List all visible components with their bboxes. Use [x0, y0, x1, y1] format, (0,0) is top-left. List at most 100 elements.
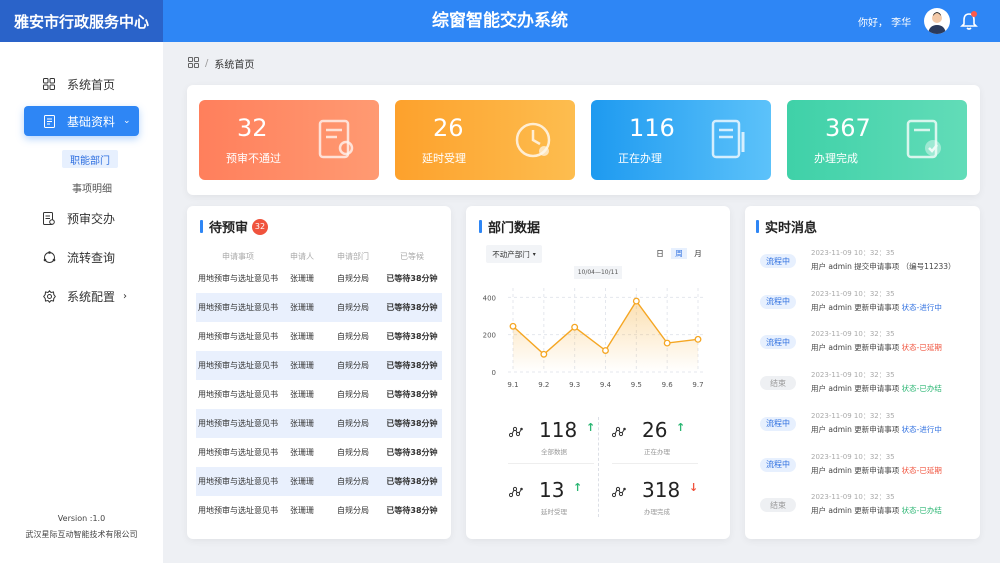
- message-text: 用户 admin 提交申请事项 （编号11233）: [811, 261, 956, 272]
- stat-label: 办理完成: [814, 152, 858, 165]
- nav-settings[interactable]: 系统配置 ›: [24, 281, 139, 311]
- stat-value: 26: [433, 114, 464, 142]
- kpi-label: 全部数据: [541, 448, 567, 456]
- message-status: 状态-进行中: [901, 424, 942, 434]
- nav-flow-query[interactable]: 流转查询: [24, 242, 139, 272]
- message-tag: 流程中: [760, 294, 796, 309]
- trend-nodes-icon: [508, 426, 523, 438]
- message-item[interactable]: 流程中 2023-11-09 10：32：35 用户 admin 更新申请事项 状态…: [760, 452, 970, 488]
- data-point: [632, 297, 640, 305]
- company-text: 武汉星际互动智能技术有限公司: [25, 530, 138, 539]
- table-cell: 已等待38分钟: [386, 506, 438, 515]
- message-body: 用户 admin 更新申请事项: [811, 506, 900, 516]
- message-time: 2023-11-09 10：32：35: [811, 249, 895, 257]
- nav-basic-data[interactable]: 基础资料 ⌄: [24, 106, 139, 136]
- table-row[interactable]: 用地预审与选址意见书 张珊珊 自规分局 已等待38分钟: [196, 380, 442, 409]
- nav-home[interactable]: 系统首页: [24, 69, 139, 99]
- table-cell: 用地预审与选址意见书: [198, 361, 278, 370]
- period-tabs: 日 周 月: [653, 248, 705, 259]
- document-icon: [42, 114, 56, 128]
- date-range-tooltip: 10/04—10/11: [574, 266, 622, 279]
- kpi-item: 118 ↑ 全部数据: [508, 418, 619, 468]
- tab-day[interactable]: 日: [653, 248, 667, 259]
- table-cell: 用地预审与选址意见书: [198, 274, 278, 283]
- subnav-item-details[interactable]: 事项明细: [72, 180, 112, 195]
- table-cell: 自规分局: [337, 332, 369, 341]
- message-item[interactable]: 流程中 2023-11-09 10：32：35 用户 admin 更新申请事项 状态…: [760, 289, 970, 325]
- stat-card-completed[interactable]: 367 办理完成: [787, 100, 967, 180]
- table-cell: 自规分局: [337, 419, 369, 428]
- messages-title-text: 实时消息: [765, 221, 818, 236]
- kpi-value: 118: [539, 418, 578, 442]
- table-row[interactable]: 用地预审与选址意见书 张珊珊 自规分局 已等待38分钟: [196, 264, 442, 293]
- pending-count-badge: 32: [252, 218, 269, 235]
- kpi-item: 318 ↓ 办理完成: [611, 478, 722, 528]
- breadcrumb-current: 系统首页: [214, 60, 255, 71]
- message-item[interactable]: 流程中 2023-11-09 10：32：35 用户 admin 提交申请事项 （编…: [760, 248, 970, 284]
- stat-card-processing[interactable]: 116 正在办理: [591, 100, 771, 180]
- arrow-up-icon: ↑: [586, 421, 596, 434]
- x-tick-label: 9.2: [538, 381, 549, 389]
- nav-home-label: 系统首页: [67, 77, 116, 92]
- clock-icon: [513, 118, 553, 162]
- subnav-departments[interactable]: 职能部门: [62, 150, 118, 168]
- table-row[interactable]: 用地预审与选址意见书 张珊珊 自规分局 已等待38分钟: [196, 293, 442, 322]
- message-text: 用户 admin 更新申请事项 状态-已延期: [811, 465, 942, 476]
- table-cell: 用地预审与选址意见书: [198, 477, 278, 486]
- data-point: [663, 339, 671, 347]
- message-status: （编号11233）: [901, 262, 956, 271]
- kpi-value: 318: [642, 478, 681, 502]
- table-row[interactable]: 用地预审与选址意见书 张珊珊 自规分局 已等待38分钟: [196, 351, 442, 380]
- nav-review[interactable]: 预审交办: [24, 203, 139, 233]
- message-item[interactable]: 流程中 2023-11-09 10：32：35 用户 admin 更新申请事项 状态…: [760, 411, 970, 447]
- tab-month[interactable]: 月: [691, 248, 705, 259]
- department-line-chart: 0 200 400 9.1 9.2 9.3 9.4 9.5 9.6 9.7: [483, 288, 704, 389]
- avatar[interactable]: [924, 8, 950, 34]
- table-cell: 已等待38分钟: [386, 419, 438, 428]
- table-row[interactable]: 用地预审与选址意见书 张珊珊 自规分局 已等待38分钟: [196, 409, 442, 438]
- kpi-label: 办理完成: [644, 508, 670, 516]
- stat-label: 预审不通过: [226, 152, 281, 165]
- message-item[interactable]: 结束 2023-11-09 10：32：35 用户 admin 更新申请事项 状态-…: [760, 370, 970, 406]
- table-cell: 已等待38分钟: [386, 448, 438, 457]
- y-tick-label: 0: [492, 369, 496, 377]
- message-status: 状态-已办结: [901, 384, 942, 394]
- table-row[interactable]: 用地预审与选址意见书 张珊珊 自规分局 已等待38分钟: [196, 438, 442, 467]
- stat-card-rejected[interactable]: 32 预审不通过: [199, 100, 379, 180]
- trend-nodes-icon: [611, 426, 626, 438]
- column-header: 申请人: [290, 251, 314, 261]
- message-item[interactable]: 结束 2023-11-09 10：32：35 用户 admin 更新申请事项 状态-…: [760, 492, 970, 528]
- table-cell: 张珊珊: [290, 506, 314, 515]
- message-tag: 流程中: [760, 254, 796, 268]
- message-item[interactable]: 流程中 2023-11-09 10：32：35 用户 admin 更新申请事项 状态…: [760, 329, 970, 365]
- column-header: 申请事项: [222, 251, 254, 261]
- table-cell: 张珊珊: [290, 361, 314, 370]
- kpi-value: 13: [539, 478, 565, 502]
- stat-label: 正在办理: [618, 152, 662, 165]
- data-point: [694, 335, 702, 343]
- data-point: [509, 322, 517, 330]
- department-select[interactable]: 不动产部门 ▾: [486, 245, 542, 263]
- table-row[interactable]: 用地预审与选址意见书 张珊珊 自规分局 已等待38分钟: [196, 322, 442, 351]
- nav-settings-label: 系统配置: [67, 289, 116, 304]
- table-cell: 自规分局: [337, 303, 369, 312]
- grid-icon: [42, 77, 56, 91]
- column-header: 已等候: [400, 251, 424, 261]
- notification-dot: [971, 11, 977, 17]
- table-cell: 用地预审与选址意见书: [198, 419, 278, 428]
- tab-week[interactable]: 周: [671, 248, 687, 259]
- review-icon: [42, 211, 56, 225]
- table-row[interactable]: 用地预审与选址意见书 张珊珊 自规分局 已等待38分钟: [196, 496, 442, 525]
- table-row[interactable]: 用地预审与选址意见书 张珊珊 自规分局 已等待38分钟: [196, 467, 442, 496]
- pending-table: 申请事项 申请人 申请部门 已等候 用地预审与选址意见书 张珊珊 自规分局 已等待38…: [196, 248, 442, 525]
- notification-bell-icon[interactable]: [960, 11, 978, 31]
- nav-review-label: 预审交办: [67, 211, 116, 226]
- stat-card-delayed[interactable]: 26 延时受理: [395, 100, 575, 180]
- home-grid-icon[interactable]: [188, 56, 199, 71]
- message-body: 用户 admin 更新申请事项: [811, 343, 900, 353]
- arrow-down-icon: ↓: [689, 481, 699, 494]
- table-cell: 张珊珊: [290, 419, 314, 428]
- message-body: 用户 admin 提交申请事项: [811, 262, 900, 271]
- nav-flow-query-label: 流转查询: [67, 250, 116, 265]
- message-status: 状态-已办结: [901, 506, 942, 516]
